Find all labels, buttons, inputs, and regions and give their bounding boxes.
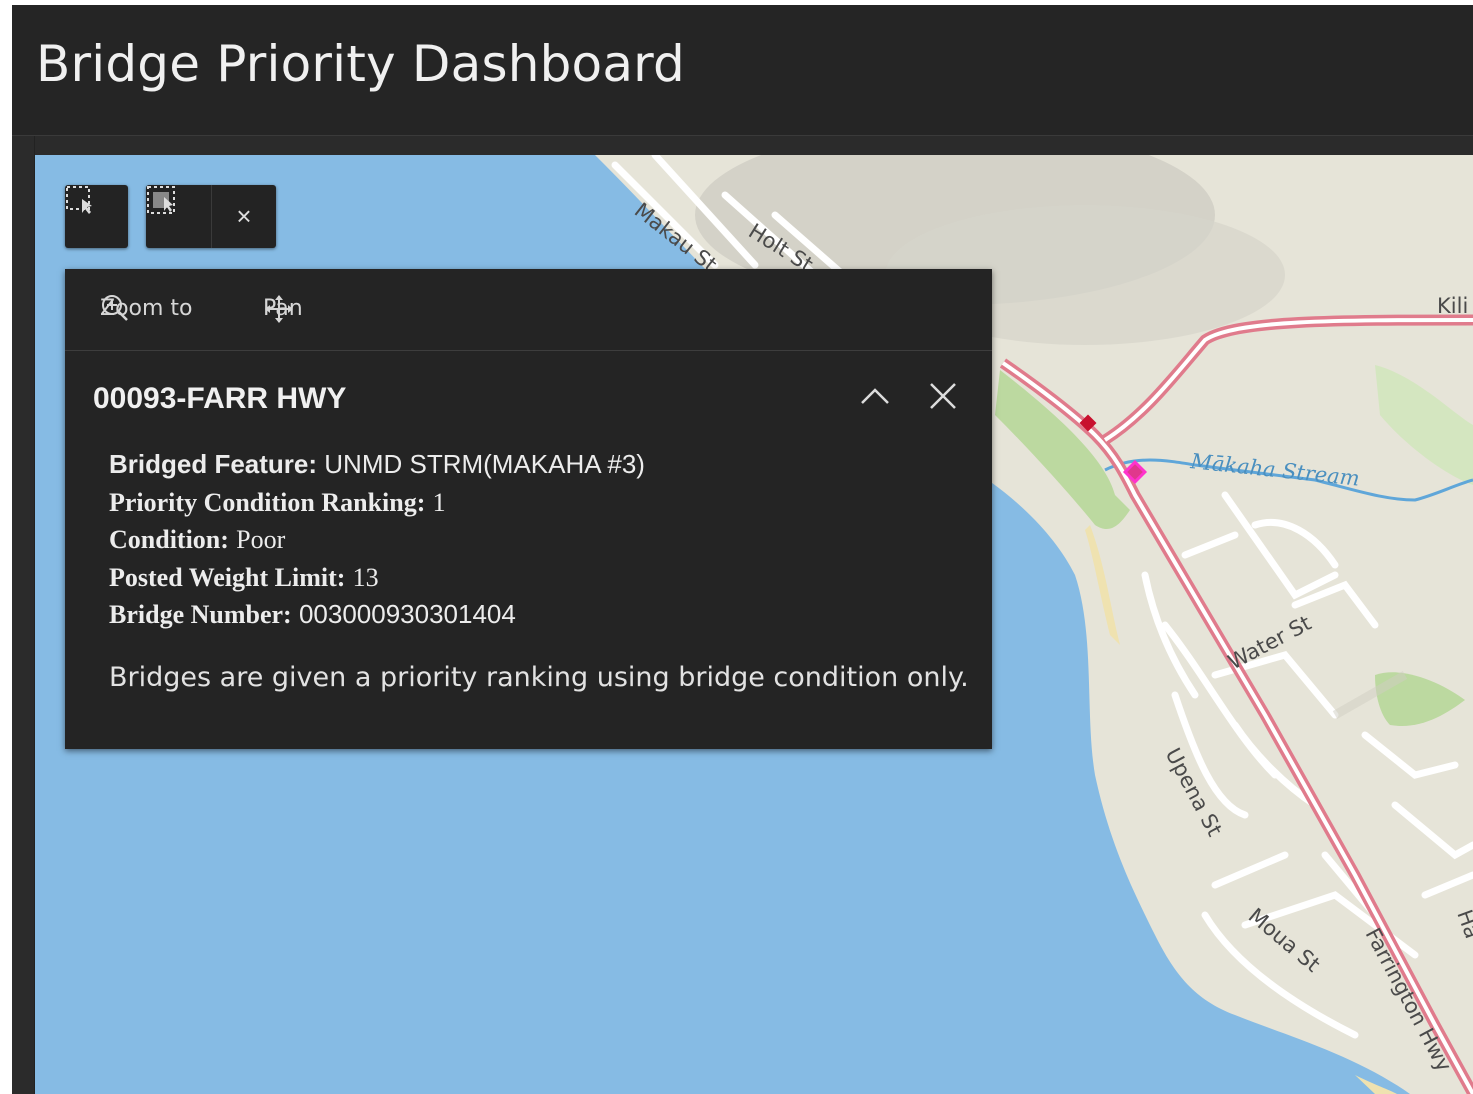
pan-icon [265, 295, 293, 323]
attribute-label: Priority Condition Ranking: [109, 487, 426, 517]
attribute-row: Priority Condition Ranking: 1 [109, 484, 645, 522]
map-view[interactable]: Makau St Holt St Kili Mākaha Stream Wate… [35, 155, 1473, 1094]
attribute-label: Posted Weight Limit: [109, 562, 346, 592]
clear-selection-icon[interactable]: × [212, 185, 276, 248]
select-rectangle-icon [65, 185, 128, 248]
page-title: Bridge Priority Dashboard [36, 35, 685, 93]
attribute-list: Bridged Feature: UNMD STRM(MAKAHA #3) Pr… [109, 446, 645, 634]
popup-title: 00093-FARR HWY [93, 382, 347, 415]
feature-popup: Zoom to Pan 00093-FARR HWY Bridged Featu… [65, 269, 992, 749]
select-map-icon[interactable] [146, 185, 212, 248]
popup-toolbar: Zoom to Pan [65, 269, 992, 351]
popup-note: Bridges are given a priority ranking usi… [109, 662, 969, 693]
close-popup-button[interactable] [926, 379, 966, 419]
attribute-label: Bridge Number: [109, 600, 292, 629]
selection-tools-group: × [146, 185, 276, 248]
dashboard-header: Bridge Priority Dashboard [12, 5, 1473, 136]
map-label: Kili [1437, 294, 1468, 318]
attribute-label: Bridged Feature: [109, 449, 318, 479]
attribute-row: Posted Weight Limit: 13 [109, 559, 645, 597]
attribute-value: Poor [236, 525, 286, 554]
attribute-row: Bridged Feature: UNMD STRM(MAKAHA #3) [109, 446, 645, 484]
attribute-label: Condition: [109, 525, 229, 554]
attribute-row: Condition: Poor [109, 521, 645, 559]
attribute-row: Bridge Number: 003000930301404 [109, 596, 645, 634]
attribute-value: 1 [432, 487, 446, 517]
attribute-value: 003000930301404 [298, 599, 516, 629]
left-panel-edge [12, 136, 35, 1094]
select-by-rectangle-button[interactable] [65, 185, 128, 248]
pan-button[interactable]: Pan [263, 293, 303, 323]
zoom-to-button[interactable]: Zoom to [100, 293, 193, 323]
attribute-value: UNMD STRM(MAKAHA #3) [324, 449, 645, 479]
attribute-value: 13 [352, 562, 379, 592]
dashboard-frame: Bridge Priority Dashboard Makau St Holt … [12, 5, 1473, 1094]
collapse-button[interactable] [858, 379, 898, 419]
close-icon [930, 383, 956, 409]
chevron-up-icon [861, 388, 889, 404]
zoom-in-icon [102, 295, 128, 321]
